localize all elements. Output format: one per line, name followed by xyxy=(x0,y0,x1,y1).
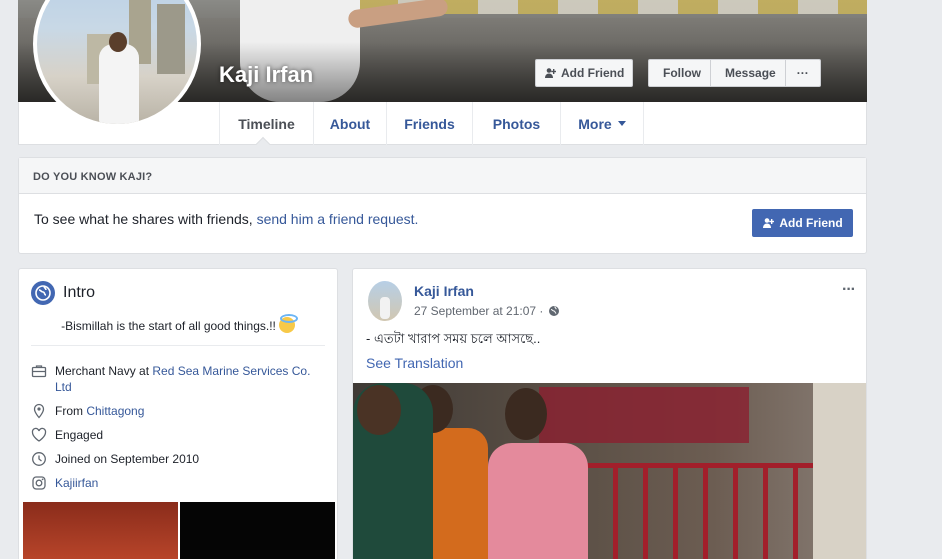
message-label: Message xyxy=(725,66,776,80)
add-friend-button[interactable]: Add Friend xyxy=(535,59,634,87)
intro-from: From Chittagong xyxy=(31,403,321,419)
profile-name[interactable]: Kaji Irfan xyxy=(219,62,313,88)
add-friend-icon xyxy=(763,218,775,228)
intro-title: Intro xyxy=(63,284,96,301)
chevron-down-icon xyxy=(617,121,626,126)
intro-work-text: Merchant Navy at Red Sea Marine Services… xyxy=(55,363,321,395)
intro-card: Intro -Bismillah is the start of all goo… xyxy=(18,268,338,559)
image-sign xyxy=(539,387,749,443)
tab-photos[interactable]: Photos xyxy=(472,102,560,145)
intro-relationship-text: Engaged xyxy=(55,428,104,442)
timeline-post: Kaji Irfan 27 September at 21:07 · ··· -… xyxy=(352,268,867,559)
post-text: - এতটা খারাপ সময় চলে আসছে.. xyxy=(366,331,541,346)
add-friend-primary-label: Add Friend xyxy=(779,216,843,230)
avatar-image xyxy=(37,0,197,124)
tab-more[interactable]: More xyxy=(560,102,644,145)
avatar-figure xyxy=(99,44,139,124)
do-you-know-box: DO YOU KNOW KAJI? To see what he shares … xyxy=(18,157,867,254)
angel-emoji-icon xyxy=(278,314,298,333)
intro-joined-text: Joined on September 2010 xyxy=(55,452,200,466)
do-you-know-prefix: To see what he shares with friends, xyxy=(34,211,257,227)
intro-divider xyxy=(31,345,325,346)
intro-work: Merchant Navy at Red Sea Marine Services… xyxy=(31,363,321,395)
post-options-icon[interactable]: ··· xyxy=(842,281,856,299)
add-friend-label: Add Friend xyxy=(561,66,625,80)
intro-work-prefix: Merchant Navy at xyxy=(55,364,153,378)
tab-friends[interactable]: Friends xyxy=(386,102,472,145)
add-friend-icon xyxy=(545,68,556,78)
tab-more-label: More xyxy=(578,115,612,132)
image-person-head xyxy=(357,385,401,435)
public-globe-icon xyxy=(549,306,560,316)
profile-action-group: Follow Message ··· xyxy=(648,59,821,87)
follow-label: Follow xyxy=(663,66,701,80)
image-person-head xyxy=(505,388,547,440)
post-timestamp[interactable]: 27 September at 21:07 · xyxy=(414,304,560,318)
more-options-icon: ··· xyxy=(796,66,809,80)
follow-button[interactable]: Follow xyxy=(649,60,711,86)
do-you-know-text: To see what he shares with friends, send… xyxy=(34,211,418,227)
post-time-text: 27 September at 21:07 · xyxy=(414,304,544,318)
add-friend-primary-button[interactable]: Add Friend xyxy=(752,209,853,237)
instagram-link[interactable]: Kajiirfan xyxy=(55,475,98,491)
post-author-avatar[interactable] xyxy=(368,281,402,321)
intro-from-text: From Chittagong xyxy=(55,403,144,419)
post-author-name[interactable]: Kaji Irfan xyxy=(414,283,474,299)
intro-from-prefix: From xyxy=(55,404,87,418)
globe-icon xyxy=(31,281,55,305)
image-fence xyxy=(583,463,813,559)
image-wall xyxy=(813,383,866,559)
clock-icon xyxy=(32,452,46,466)
intro-joined: Joined on September 2010 xyxy=(31,451,321,467)
intro-instagram: Kajiirfan xyxy=(31,475,321,491)
hometown-link[interactable]: Chittagong xyxy=(86,404,144,418)
tab-about[interactable]: About xyxy=(313,102,386,145)
see-translation-link[interactable]: See Translation xyxy=(366,355,463,371)
intro-bio-text: -Bismillah is the start of all good thin… xyxy=(61,319,276,333)
avatar-figure-head xyxy=(109,32,127,52)
tab-timeline[interactable]: Timeline xyxy=(219,102,313,145)
image-person xyxy=(488,443,588,559)
heart-icon xyxy=(31,427,47,442)
intro-relationship: Engaged xyxy=(31,427,321,443)
instagram-icon xyxy=(32,476,46,490)
intro-bio: -Bismillah is the start of all good thin… xyxy=(19,314,337,333)
message-button[interactable]: Message xyxy=(711,60,786,86)
post-image[interactable] xyxy=(353,383,866,559)
friend-request-link[interactable]: send him a friend request. xyxy=(257,211,419,227)
intro-photo[interactable] xyxy=(180,502,335,559)
more-options-button[interactable]: ··· xyxy=(786,60,820,86)
avatar-tower xyxy=(157,4,185,74)
do-you-know-heading: DO YOU KNOW KAJI? xyxy=(19,158,866,194)
location-pin-icon xyxy=(33,403,45,419)
briefcase-icon xyxy=(31,365,47,378)
intro-photo[interactable] xyxy=(23,502,178,559)
